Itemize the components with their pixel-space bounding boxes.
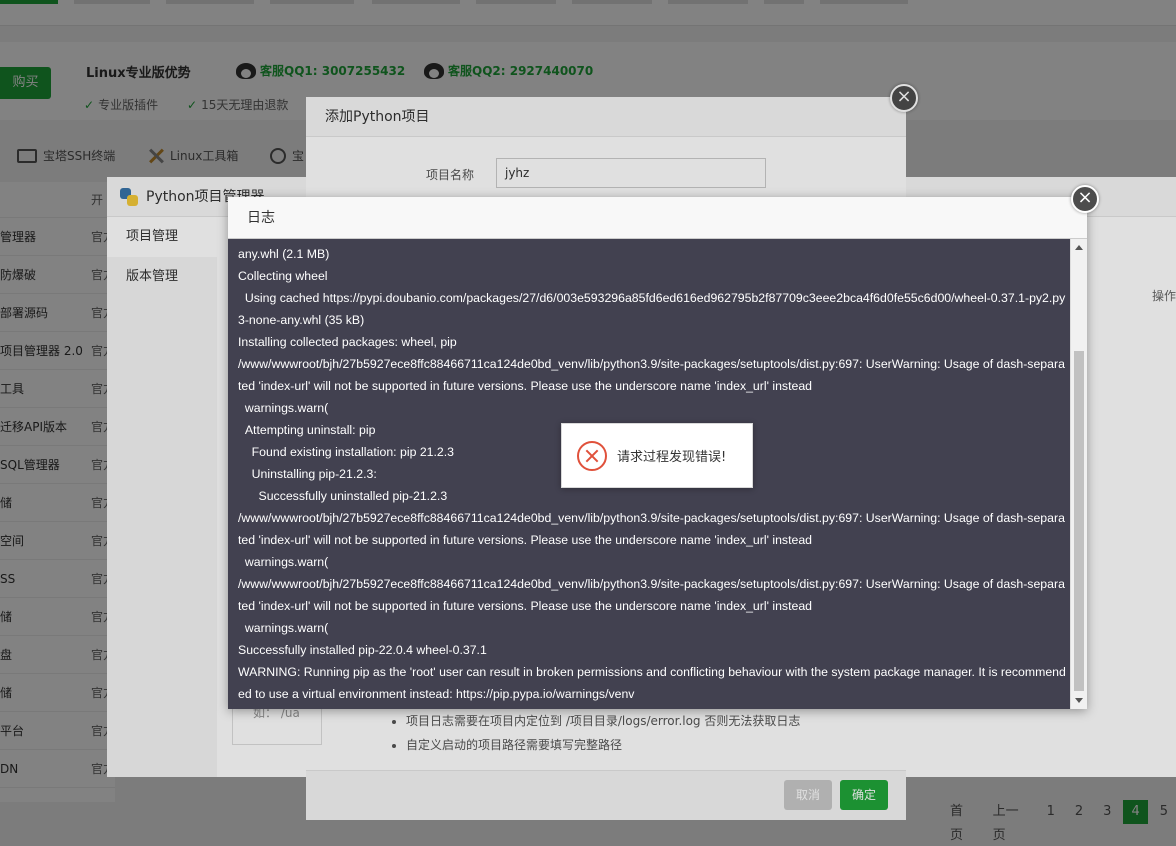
log-line: Collecting wheel: [238, 269, 328, 283]
log-line: warnings.warn(: [238, 555, 329, 569]
scroll-down-icon[interactable]: [1075, 698, 1083, 703]
log-line: /www/wwwroot/bjh/27b5927ece8ffc88466711c…: [238, 357, 1065, 393]
log-dialog-title: 日志: [228, 197, 1087, 239]
log-line: any.whl (2.1 MB): [238, 247, 330, 261]
error-icon: [577, 440, 607, 471]
scroll-up-icon[interactable]: [1075, 245, 1083, 250]
log-line: Installing collected packages: wheel, pi…: [238, 335, 457, 349]
log-scrollbar[interactable]: [1070, 239, 1087, 709]
log-line: Using cached https://pypi.doubanio.com/p…: [238, 291, 1066, 327]
log-line: /www/wwwroot/bjh/27b5927ece8ffc88466711c…: [238, 577, 1065, 613]
log-line: /www/wwwroot/bjh/27b5927ece8ffc88466711c…: [238, 511, 1065, 547]
close-icon[interactable]: ×: [1071, 185, 1099, 213]
log-line: Successfully installed pip-22.0.4 wheel-…: [238, 643, 487, 657]
log-line: warnings.warn(: [238, 401, 329, 415]
scroll-thumb[interactable]: [1074, 351, 1084, 691]
error-toast: 请求过程发现错误!: [561, 423, 753, 488]
log-line: Successfully uninstalled pip-21.2.3: [238, 489, 448, 503]
log-line: warnings.warn(: [238, 621, 329, 635]
log-line: WARNING: Running pip as the 'root' user …: [238, 665, 1066, 701]
error-message: 请求过程发现错误!: [617, 450, 727, 465]
